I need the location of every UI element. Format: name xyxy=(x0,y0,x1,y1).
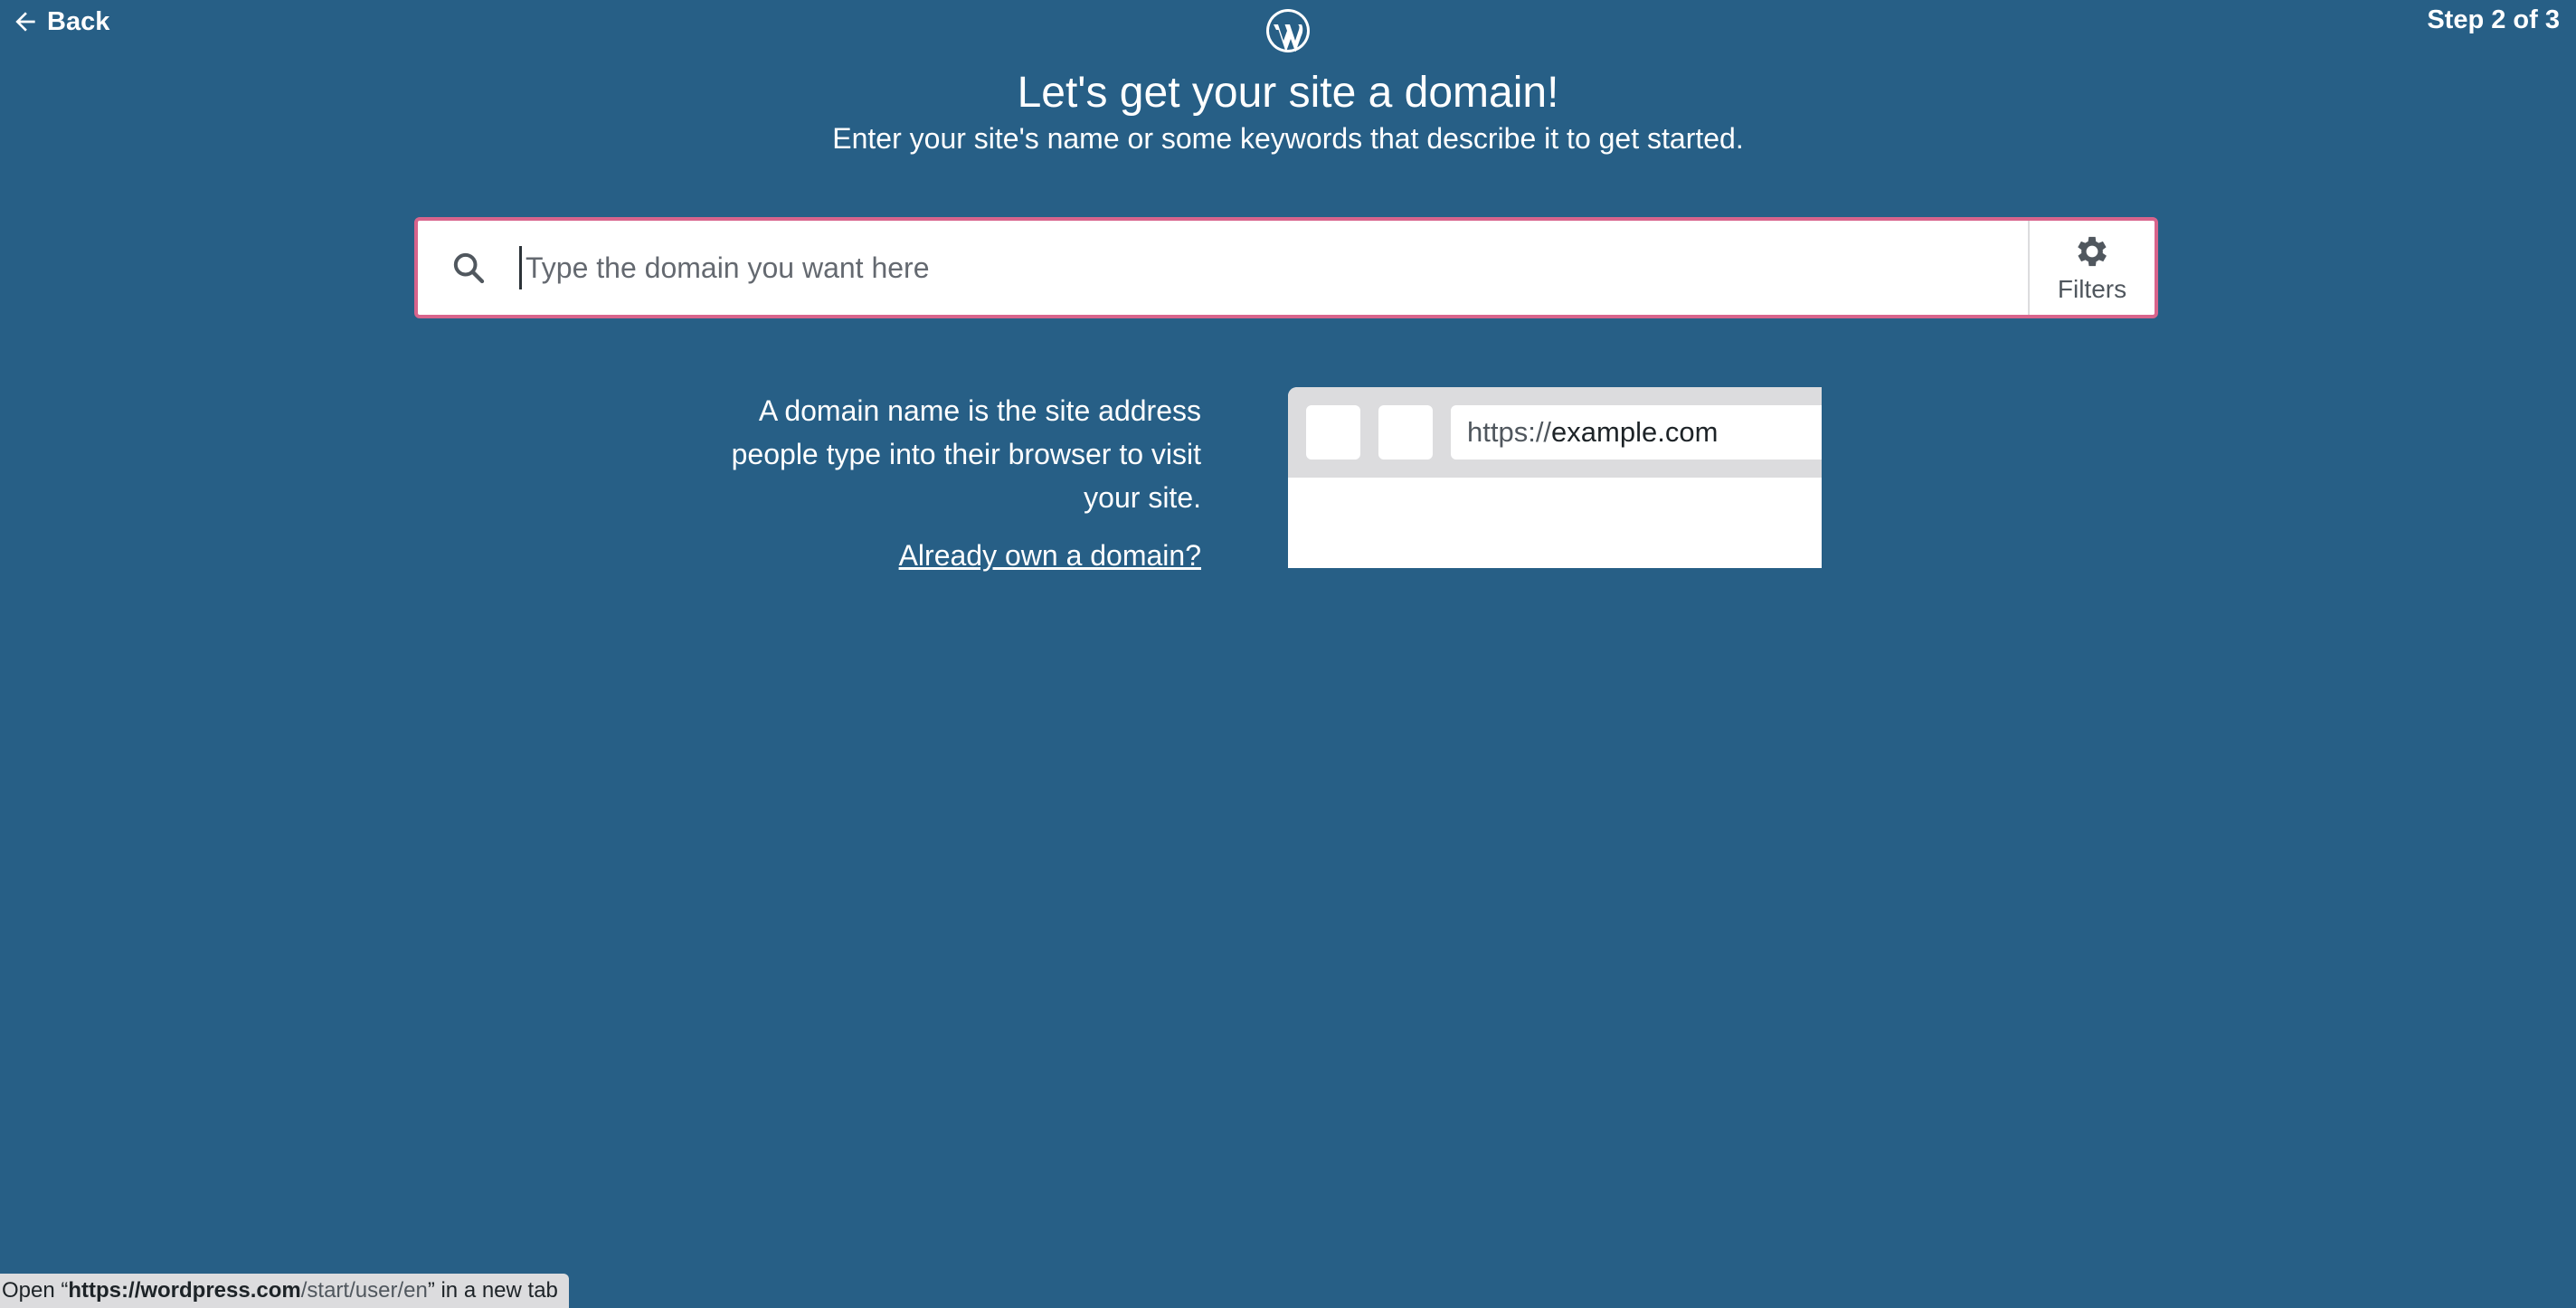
browser-illustration: https://example.com xyxy=(1288,387,1822,568)
back-label: Back xyxy=(47,6,110,36)
domain-search-input[interactable] xyxy=(519,246,2028,289)
status-url-path: /start/user/en xyxy=(300,1278,428,1303)
filters-button[interactable]: Filters xyxy=(2028,221,2155,315)
filters-label: Filters xyxy=(2057,275,2127,303)
search-icon-wrapper[interactable] xyxy=(418,221,519,315)
status-url-host: https://wordpress.com xyxy=(68,1278,301,1303)
back-button[interactable]: Back xyxy=(11,4,109,40)
url-scheme: https:// xyxy=(1467,416,1552,448)
already-own-domain-link[interactable]: Already own a domain? xyxy=(706,534,1201,577)
browser-nav-box xyxy=(1378,405,1433,460)
wordpress-logo-icon[interactable] xyxy=(1264,7,1312,54)
status-prefix: Open “ xyxy=(2,1278,69,1303)
browser-nav-box xyxy=(1306,405,1360,460)
status-suffix: ” in a new tab xyxy=(427,1278,558,1303)
link-status-bar: Open “https://wordpress.com/start/user/e… xyxy=(0,1274,569,1308)
url-host: example.com xyxy=(1551,416,1719,448)
step-indicator: Step 2 of 3 xyxy=(2427,5,2560,34)
gear-icon xyxy=(2078,236,2107,267)
domain-explanation: A domain name is the site address people… xyxy=(731,394,1201,514)
domain-search-box: Filters xyxy=(414,217,2158,318)
search-icon xyxy=(453,252,485,284)
page-subtitle: Enter your site's name or some keywords … xyxy=(832,122,1744,155)
arrow-left-icon xyxy=(15,12,35,32)
page-title: Let's get your site a domain! xyxy=(1017,69,1559,117)
browser-url-bar: https://example.com xyxy=(1451,405,1822,460)
